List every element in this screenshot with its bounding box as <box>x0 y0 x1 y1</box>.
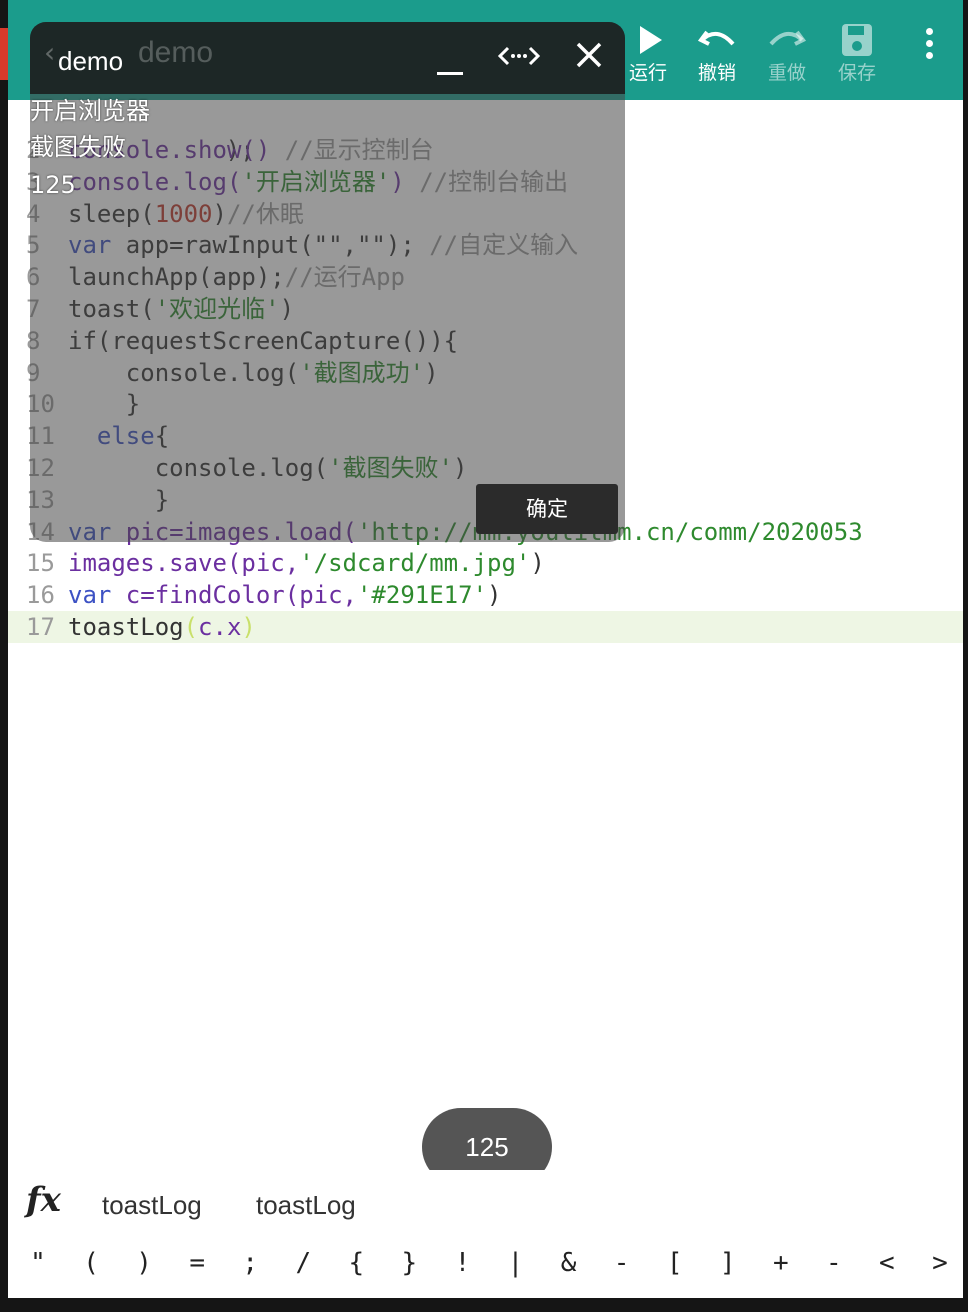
symbol-keyboard-row: "() =; /{}! | & -[] + - < > <box>8 1240 963 1298</box>
console-title: demo <box>58 46 124 76</box>
symbol-key[interactable]: ( <box>71 1248 111 1278</box>
minimize-icon <box>437 72 463 75</box>
code-token: c=findColor(pic, <box>125 581 357 610</box>
save-label: 保存 <box>837 62 876 84</box>
autocomplete-bar: fx toastLog toastLog <box>8 1170 963 1240</box>
save-icon <box>822 18 892 62</box>
symbol-key[interactable]: & <box>549 1248 589 1278</box>
resize-button[interactable] <box>494 36 544 80</box>
suggestion-1[interactable]: toastLog <box>102 1190 202 1221</box>
more-menu-icon[interactable] <box>923 28 935 68</box>
code-token: ( <box>183 613 199 641</box>
redo-label: 重做 <box>767 62 806 84</box>
background-app-edge <box>0 28 8 80</box>
device-frame-left <box>0 0 8 1312</box>
back-arrow-icon: ‹ <box>44 36 56 69</box>
symbol-key[interactable]: - <box>602 1248 642 1278</box>
redo-icon <box>752 18 822 62</box>
console-log-line-3: 125 <box>30 171 76 199</box>
line-number: 17 <box>26 613 55 641</box>
close-button[interactable] <box>565 36 615 80</box>
console-log-line-1: 开启浏览器 <box>30 97 150 125</box>
device-frame-right <box>963 0 968 1312</box>
code-token: toastLog <box>68 613 184 641</box>
close-icon <box>576 42 602 68</box>
symbol-key[interactable]: | <box>496 1248 536 1278</box>
symbol-key[interactable]: ; <box>230 1248 270 1278</box>
symbol-key[interactable]: { <box>336 1248 376 1278</box>
code-token: c.x <box>198 613 242 641</box>
resize-arrows-icon <box>497 46 541 66</box>
code-token: ) <box>241 613 256 641</box>
symbol-key[interactable]: < <box>867 1248 907 1278</box>
symbol-key[interactable]: / <box>283 1248 323 1278</box>
minimize-button[interactable] <box>425 36 475 80</box>
code-line-17: 17 toastLog(c.x) <box>8 611 963 643</box>
code-token: images.save(pic, <box>68 549 300 578</box>
symbol-key[interactable]: ! <box>442 1248 482 1278</box>
undo-icon <box>682 18 752 62</box>
redo-button[interactable]: 重做 <box>752 18 822 98</box>
console-ghost-title: demo <box>138 36 214 69</box>
symbol-key[interactable]: ] <box>708 1248 748 1278</box>
code-token: ) <box>487 581 502 610</box>
floating-console-window[interactable]: ‹ demo demo 开启浏览器 截图失败 125 <box>30 22 625 542</box>
line-number: 16 <box>26 581 55 610</box>
confirm-button[interactable]: 确定 <box>476 484 618 534</box>
symbol-key[interactable]: [ <box>655 1248 695 1278</box>
code-token: '/sdcard/mm.jpg' <box>299 549 531 578</box>
function-icon[interactable]: fx <box>26 1180 61 1220</box>
symbol-key[interactable]: + <box>761 1248 801 1278</box>
symbol-key[interactable]: ) <box>124 1248 164 1278</box>
symbol-key[interactable]: } <box>389 1248 429 1278</box>
console-log-line-2: 截图失败 <box>30 133 126 161</box>
undo-label: 撤销 <box>697 62 736 84</box>
save-button[interactable]: 保存 <box>822 18 892 98</box>
undo-button[interactable]: 撤销 <box>682 18 752 98</box>
line-number: 15 <box>26 549 55 578</box>
code-token: var <box>68 581 126 610</box>
code-token: '#291E17' <box>356 581 488 610</box>
console-title-bar[interactable]: ‹ demo demo <box>30 22 625 94</box>
code-line-16: 16 var c=findColor(pic,'#291E17') <box>8 579 963 611</box>
suggestion-2[interactable]: toastLog <box>256 1190 356 1221</box>
device-frame-bottom <box>0 1298 968 1312</box>
symbol-key[interactable]: - <box>814 1248 854 1278</box>
code-token: ) <box>530 549 545 578</box>
symbol-key[interactable]: " <box>18 1248 58 1278</box>
code-line-15: 15 images.save(pic,'/sdcard/mm.jpg') <box>8 547 963 579</box>
symbol-key[interactable]: = <box>177 1248 217 1278</box>
symbol-key[interactable]: > <box>920 1248 960 1278</box>
